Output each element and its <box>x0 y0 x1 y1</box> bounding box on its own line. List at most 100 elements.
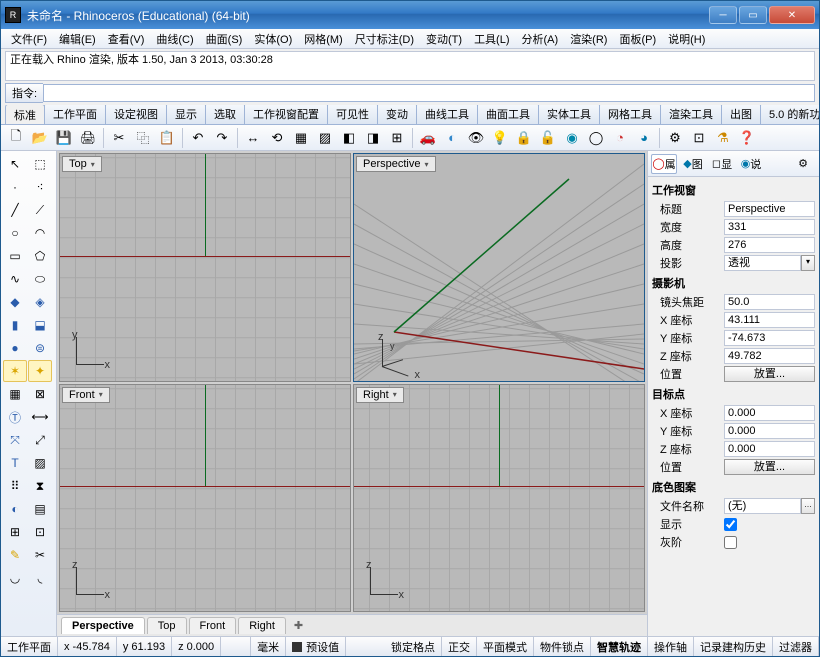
measure-icon[interactable]: ✎ <box>3 544 27 566</box>
tab-visibility[interactable]: 可见性 <box>327 105 378 124</box>
scale-icon[interactable]: ⤢ <box>28 429 52 451</box>
print-icon[interactable]: 🖨 <box>77 127 99 149</box>
status-gridsnap[interactable]: 锁定格点 <box>385 637 442 656</box>
copy-icon[interactable]: ⿻ <box>132 127 154 149</box>
menu-curve[interactable]: 曲线(C) <box>150 29 199 49</box>
vtab-front[interactable]: Front <box>189 617 237 634</box>
save-icon[interactable]: 💾 <box>53 127 75 149</box>
group-icon[interactable]: ▦ <box>290 127 312 149</box>
viewport-right[interactable]: Right zx <box>353 384 645 613</box>
new-icon[interactable]: 🗋 <box>5 127 27 149</box>
menu-mesh[interactable]: 网格(M) <box>298 29 349 49</box>
menu-edit[interactable]: 编辑(E) <box>53 29 102 49</box>
viewport-label[interactable]: Top <box>62 156 102 172</box>
sphere-icon[interactable]: ● <box>3 337 27 359</box>
tab-standard[interactable]: 标准 <box>5 105 45 125</box>
status-osnap[interactable]: 物件锁点 <box>534 637 591 656</box>
blend-icon[interactable]: ◡ <box>3 567 27 589</box>
tab-drafting[interactable]: 出图 <box>721 105 761 124</box>
panel-tab-help[interactable]: ◉说 <box>738 154 764 174</box>
tube-icon[interactable]: ⊜ <box>28 337 52 359</box>
status-cplane[interactable]: 工作平面 <box>1 637 58 656</box>
circle-icon[interactable]: ○ <box>3 222 27 244</box>
loft-icon[interactable]: ◈ <box>28 291 52 313</box>
matchprop-icon[interactable]: ◔ <box>609 127 631 149</box>
prop-tgt-y[interactable]: 0.000 <box>724 423 815 439</box>
tab-viewport[interactable]: 工作视窗配置 <box>244 105 328 124</box>
fourview-icon[interactable]: ⊞ <box>386 127 408 149</box>
tab-rendertools[interactable]: 渲染工具 <box>660 105 722 124</box>
help-icon[interactable]: ❓ <box>736 127 758 149</box>
polygon-icon[interactable]: ⬠ <box>28 245 52 267</box>
lock-icon[interactable]: 🔒 <box>513 127 535 149</box>
prop-cam-x[interactable]: 43.111 <box>724 312 815 328</box>
fillet-icon[interactable]: ◟ <box>28 567 52 589</box>
panel-tab-properties[interactable]: ◯属 <box>651 154 677 174</box>
rect-icon[interactable]: ▭ <box>3 245 27 267</box>
panel-tab-layers[interactable]: ◆图 <box>680 154 706 174</box>
place-camera-button[interactable]: 放置... <box>724 366 815 382</box>
ungroup-icon[interactable]: ▨ <box>314 127 336 149</box>
prop-show-checkbox[interactable] <box>724 518 737 531</box>
surface-icon[interactable]: ◆ <box>3 291 27 313</box>
viewport-front[interactable]: Front zx <box>59 384 351 613</box>
menu-surface[interactable]: 曲面(S) <box>200 29 249 49</box>
tab-transform[interactable]: 变动 <box>377 105 417 124</box>
status-layer[interactable]: 预设值 <box>286 637 346 656</box>
browse-icon[interactable]: … <box>801 498 815 514</box>
lasso-icon[interactable]: ⬚ <box>28 153 52 175</box>
unlock-icon[interactable]: 🔓 <box>537 127 559 149</box>
menu-help[interactable]: 说明(H) <box>662 29 711 49</box>
tab-setview[interactable]: 设定视图 <box>105 105 167 124</box>
hide-icon[interactable]: 👁 <box>465 127 487 149</box>
menu-render[interactable]: 渲染(R) <box>564 29 613 49</box>
panel-tab-display[interactable]: ◻显 <box>709 154 735 174</box>
tab-select[interactable]: 选取 <box>205 105 245 124</box>
mesh-icon[interactable]: ▦ <box>3 383 27 405</box>
menu-analyze[interactable]: 分析(A) <box>516 29 565 49</box>
prop-cam-y[interactable]: -74.673 <box>724 330 815 346</box>
status-planar[interactable]: 平面模式 <box>477 637 534 656</box>
tab-new[interactable]: 5.0 的新功 <box>760 105 819 124</box>
status-gumball[interactable]: 操作轴 <box>648 637 694 656</box>
viewport-label[interactable]: Front <box>62 387 110 403</box>
prop-projection[interactable]: 透视 <box>724 255 801 271</box>
menu-file[interactable]: 文件(F) <box>5 29 53 49</box>
cylinder-icon[interactable]: ⬓ <box>28 314 52 336</box>
transform-icon[interactable]: ⤧ <box>3 429 27 451</box>
command-history[interactable]: 正在载入 Rhino 渲染, 版本 1.50, Jan 3 2013, 03:3… <box>5 51 815 81</box>
cut-icon[interactable]: ✂ <box>108 127 130 149</box>
status-filter[interactable]: 过滤器 <box>773 637 819 656</box>
redo-icon[interactable]: ↷ <box>211 127 233 149</box>
dim-icon[interactable]: ⟷ <box>28 406 52 428</box>
move-icon[interactable]: ↔ <box>242 127 264 149</box>
status-unit[interactable]: 毫米 <box>251 637 286 656</box>
tab-solidtools[interactable]: 实体工具 <box>538 105 600 124</box>
setview-icon[interactable]: ◨ <box>362 127 384 149</box>
tab-surftools[interactable]: 曲面工具 <box>477 105 539 124</box>
pointer-icon[interactable]: ↖ <box>3 153 27 175</box>
renderprev-icon[interactable]: ◐ <box>441 127 463 149</box>
line-icon[interactable]: ╱ <box>3 199 27 221</box>
annotate-icon[interactable]: T <box>3 452 27 474</box>
maximize-button[interactable]: ▭ <box>739 6 767 24</box>
text-icon[interactable]: Ⓣ <box>3 406 27 428</box>
prop-tgt-x[interactable]: 0.000 <box>724 405 815 421</box>
vtab-right[interactable]: Right <box>238 617 286 634</box>
close-button[interactable]: ✕ <box>769 6 815 24</box>
command-input[interactable] <box>43 84 815 102</box>
vtab-top[interactable]: Top <box>147 617 187 634</box>
snap-icon[interactable]: ⊡ <box>28 521 52 543</box>
prop-file[interactable]: (无) <box>724 498 801 514</box>
add-viewport-button[interactable]: ✚ <box>288 619 309 632</box>
tab-curvetools[interactable]: 曲线工具 <box>416 105 478 124</box>
tab-display[interactable]: 显示 <box>166 105 206 124</box>
status-ortho[interactable]: 正交 <box>442 637 477 656</box>
grid-icon[interactable]: ⊞ <box>3 521 27 543</box>
options-icon[interactable]: ⚙ <box>664 127 686 149</box>
mirror-icon[interactable]: ⧗ <box>28 475 52 497</box>
hatch-icon[interactable]: ▨ <box>28 452 52 474</box>
curve-icon[interactable]: ∿ <box>3 268 27 290</box>
titlebar[interactable]: R 未命名 - Rhinoceros (Educational) (64-bit… <box>1 1 819 29</box>
panel-menu-icon[interactable]: ⚙ <box>790 154 816 174</box>
